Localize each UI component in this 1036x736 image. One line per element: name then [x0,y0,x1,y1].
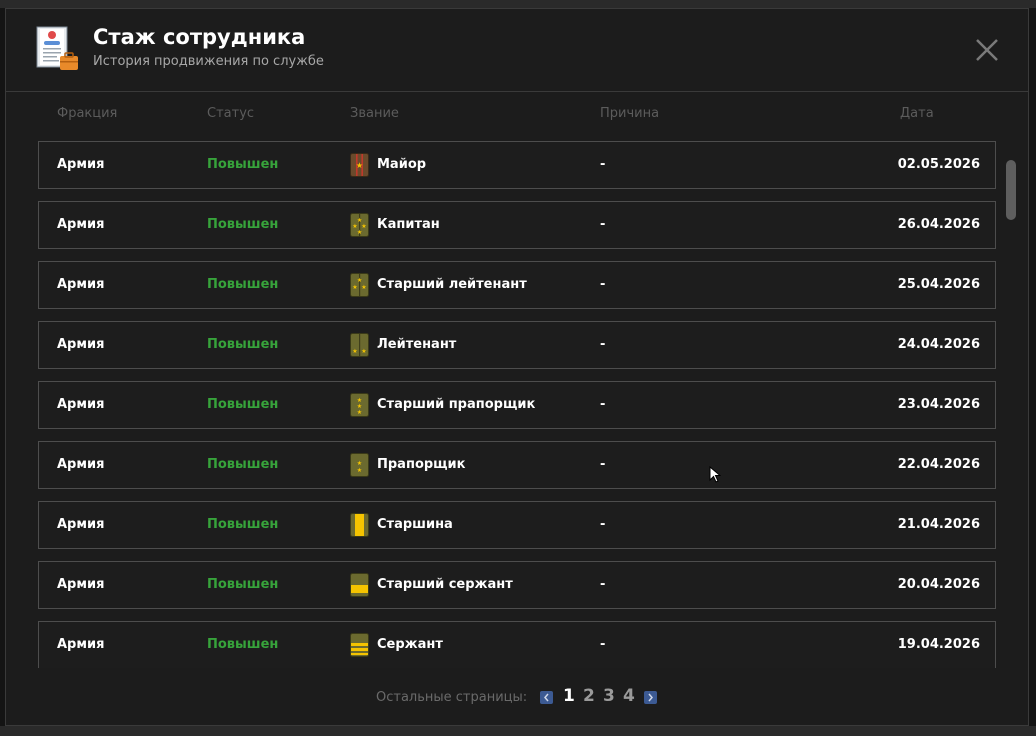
status-cell: Повышен [207,277,279,292]
status-cell: Повышен [207,577,279,592]
date-cell: 25.04.2026 [897,277,980,292]
status-cell: Повышен [207,517,279,532]
status-cell: Повышен [207,217,279,232]
document-briefcase-icon [36,26,78,70]
faction-cell: Армия [57,577,105,592]
window-title: Стаж сотрудника [93,25,306,49]
chevron-left-icon[interactable] [540,691,553,704]
table-row: Армия Повышен Старшина - 21.04.2026 [38,501,996,549]
rank-cell: Капитан [377,217,440,232]
reason-cell: - [600,277,606,292]
page-1-button[interactable]: 1 [563,686,575,706]
background-top-strip [0,0,1036,8]
table-row: Армия Повышен ★ ★ Лейтенант - 24.04.2026 [38,321,996,369]
status-cell: Повышен [207,397,279,412]
scrollbar-thumb[interactable] [1006,160,1016,220]
employee-tenure-window: Стаж сотрудника История продвижения по с… [5,8,1029,726]
close-icon[interactable] [972,35,1002,65]
reason-cell: - [600,337,606,352]
status-cell: Повышен [207,457,279,472]
column-header-status: Статус [207,106,255,121]
faction-cell: Армия [57,637,105,652]
date-cell: 23.04.2026 [897,397,980,412]
rank-cell: Прапорщик [377,457,466,472]
rank-cell: Старшина [377,517,453,532]
svg-text:★: ★ [361,284,366,291]
table-row: Армия Повышен ★ ★ Прапорщик - 22.04.2026 [38,441,996,489]
faction-cell: Армия [57,277,105,292]
captain-insignia-icon: ★ ★ ★ ★ [350,213,369,237]
rank-cell: Старший лейтенант [377,277,527,292]
table-row: Армия Повышен ★ ★ ★ Старший прапорщик - … [38,381,996,429]
status-cell: Повышен [207,157,279,172]
table-row: Армия Повышен ★ ★ ★ Старший лейтенант - … [38,261,996,309]
reason-cell: - [600,217,606,232]
date-cell: 02.05.2026 [897,157,980,172]
faction-cell: Армия [57,517,105,532]
table-row: Армия Повышен ★ Майор - 02.05.2026 [38,141,996,189]
reason-cell: - [600,637,606,652]
page-4-button[interactable]: 4 [623,686,635,706]
date-cell: 21.04.2026 [897,517,980,532]
svg-text:★: ★ [357,277,362,284]
rank-cell: Майор [377,157,427,172]
faction-cell: Армия [57,217,105,232]
status-cell: Повышен [207,637,279,652]
rank-cell: Старший прапорщик [377,397,536,412]
rank-cell: Старший сержант [377,577,513,592]
pagination: Остальные страницы: 1 2 3 4 [6,686,1028,710]
svg-text:★: ★ [357,409,362,416]
window-header: Стаж сотрудника История продвижения по с… [6,9,1028,92]
date-cell: 20.04.2026 [897,577,980,592]
pagination-label: Остальные страницы: [376,690,528,705]
table-header: Фракция Статус Звание Причина Дата [6,106,1028,126]
status-cell: Повышен [207,337,279,352]
date-cell: 24.04.2026 [897,337,980,352]
rank-cell: Сержант [377,637,443,652]
senior-lieutenant-insignia-icon: ★ ★ ★ [350,273,369,297]
reason-cell: - [600,457,606,472]
faction-cell: Армия [57,157,105,172]
column-header-rank: Звание [350,106,399,121]
svg-text:★: ★ [357,467,362,474]
reason-cell: - [600,577,606,592]
faction-cell: Армия [57,337,105,352]
faction-cell: Армия [57,397,105,412]
history-list[interactable]: Армия Повышен ★ Майор - 02.05.2026 Армия… [38,141,998,668]
svg-text:★: ★ [357,229,362,236]
date-cell: 22.04.2026 [897,457,980,472]
date-cell: 26.04.2026 [897,217,980,232]
column-header-date: Дата [900,106,934,121]
lieutenant-insignia-icon: ★ ★ [350,333,369,357]
senior-warrant-officer-insignia-icon: ★ ★ ★ [350,393,369,417]
rank-cell: Лейтенант [377,337,457,352]
reason-cell: - [600,397,606,412]
sergeant-insignia-icon [350,633,369,657]
table-row: Армия Повышен ★ ★ ★ ★ Капитан - 26.04.20… [38,201,996,249]
column-header-reason: Причина [600,106,660,121]
page-3-button[interactable]: 3 [603,686,615,706]
table-row: Армия Повышен Старший сержант - 20.04.20… [38,561,996,609]
svg-text:★: ★ [357,460,362,467]
petty-officer-insignia-icon [350,513,369,537]
svg-text:★: ★ [352,348,357,355]
reason-cell: - [600,517,606,532]
window-subtitle: История продвижения по службе [93,54,324,69]
chevron-right-icon[interactable] [644,691,657,704]
major-insignia-icon: ★ [350,153,369,177]
reason-cell: - [600,157,606,172]
warrant-officer-insignia-icon: ★ ★ [350,453,369,477]
faction-cell: Армия [57,457,105,472]
page-2-button[interactable]: 2 [583,686,595,706]
background-bottom-strip [0,726,1036,736]
table-row: Армия Повышен Сержант - 19.04.2026 [38,621,996,668]
svg-text:★: ★ [361,348,366,355]
mouse-cursor-icon [709,466,721,483]
svg-text:★: ★ [352,284,357,291]
svg-text:★: ★ [356,161,363,170]
column-header-faction: Фракция [57,106,118,121]
senior-sergeant-insignia-icon [350,573,369,597]
date-cell: 19.04.2026 [897,637,980,652]
